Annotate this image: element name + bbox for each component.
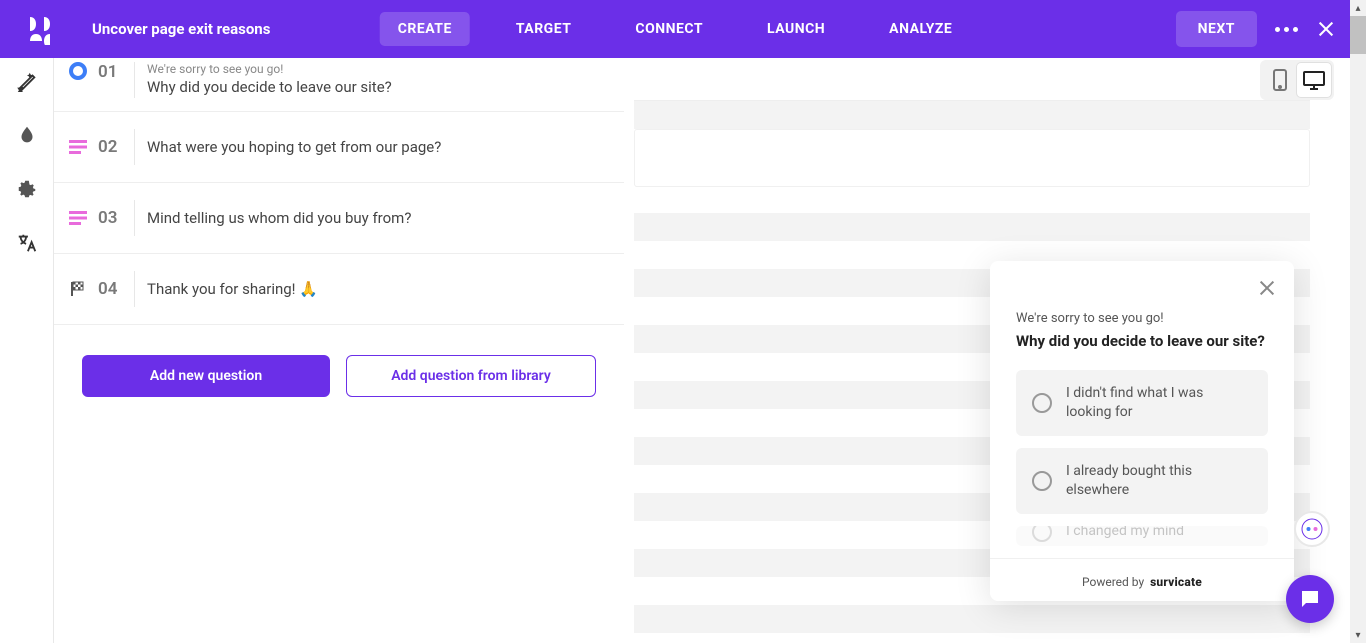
- radio-icon: [1032, 526, 1052, 542]
- app-header: Uncover page exit reasons CREATE TARGET …: [0, 0, 1350, 58]
- widget-option-label: I already bought this elsewhere: [1066, 462, 1252, 500]
- question-number: 01: [88, 62, 132, 82]
- question-number: 04: [88, 279, 132, 299]
- widget-option[interactable]: I already bought this elsewhere: [1016, 448, 1268, 514]
- bot-fab[interactable]: [1294, 511, 1330, 547]
- main-nav: CREATE TARGET CONNECT LAUNCH ANALYZE: [380, 12, 971, 46]
- widget-option-label: I changed my mind: [1066, 526, 1184, 541]
- widget-option[interactable]: I changed my mind: [1016, 526, 1268, 546]
- widget-question: Why did you decide to leave our site?: [1016, 332, 1268, 350]
- question-text: Thank you for sharing! 🙏: [147, 280, 318, 298]
- nav-connect[interactable]: CONNECT: [617, 12, 721, 46]
- nav-create[interactable]: CREATE: [380, 12, 470, 46]
- device-desktop-icon[interactable]: [1297, 63, 1331, 97]
- scroll-up-icon[interactable]: ▴: [1350, 0, 1366, 16]
- question-text: Why did you decide to leave our site?: [147, 78, 392, 96]
- device-mobile-icon[interactable]: [1263, 63, 1297, 97]
- brand-logo[interactable]: [24, 13, 56, 45]
- more-menu-icon[interactable]: [1275, 27, 1298, 32]
- page-title: Uncover page exit reasons: [92, 20, 270, 38]
- powered-by-brand: survicate: [1150, 575, 1202, 589]
- widget-close-icon[interactable]: [1258, 279, 1276, 297]
- drop-icon[interactable]: [16, 124, 38, 146]
- question-text: What were you hoping to get from our pag…: [147, 138, 441, 156]
- question-row[interactable]: 01 We're sorry to see you go! Why did yo…: [54, 58, 624, 112]
- nav-target[interactable]: TARGET: [498, 12, 590, 46]
- next-button[interactable]: NEXT: [1176, 11, 1257, 47]
- question-row[interactable]: 04 Thank you for sharing! 🙏: [54, 254, 624, 325]
- add-new-question-button[interactable]: Add new question: [82, 355, 330, 397]
- widget-option-label: I didn't find what I was looking for: [1066, 384, 1252, 422]
- survey-widget: We're sorry to see you go! Why did you d…: [990, 261, 1294, 601]
- question-row[interactable]: 02 What were you hoping to get from our …: [54, 112, 624, 183]
- question-number: 02: [88, 137, 132, 157]
- question-list: 01 We're sorry to see you go! Why did yo…: [54, 58, 624, 427]
- chat-fab[interactable]: [1286, 575, 1334, 623]
- widget-option[interactable]: I didn't find what I was looking for: [1016, 370, 1268, 436]
- divider: [134, 271, 135, 307]
- nav-launch[interactable]: LAUNCH: [749, 12, 843, 46]
- add-from-library-button[interactable]: Add question from library: [346, 355, 596, 397]
- finish-flag-icon: [68, 280, 88, 298]
- preview-pane: We're sorry to see you go! Why did you d…: [624, 58, 1350, 643]
- question-row[interactable]: 03 Mind telling us whom did you buy from…: [54, 183, 624, 254]
- radio-icon: [1032, 393, 1052, 413]
- radio-icon: [1032, 471, 1052, 491]
- text-answer-icon: [68, 211, 88, 225]
- divider: [134, 200, 135, 236]
- widget-footer[interactable]: Powered by survicate: [990, 558, 1294, 605]
- scroll-thumb[interactable]: [1350, 16, 1366, 54]
- device-toggle: [1260, 60, 1334, 100]
- powered-by-prefix: Powered by: [1082, 575, 1144, 589]
- question-actions: Add new question Add question from libra…: [54, 325, 624, 427]
- browser-scrollbar[interactable]: ▴ ▾: [1350, 0, 1366, 643]
- text-answer-icon: [68, 140, 88, 154]
- scroll-down-icon[interactable]: ▾: [1350, 627, 1366, 643]
- divider: [134, 129, 135, 165]
- widget-intro: We're sorry to see you go!: [1016, 311, 1268, 326]
- question-intro: We're sorry to see you go!: [147, 62, 392, 76]
- divider: [134, 62, 135, 98]
- gear-icon[interactable]: [16, 178, 38, 200]
- nav-analyze[interactable]: ANALYZE: [871, 12, 970, 46]
- magic-wand-icon[interactable]: x: [16, 70, 38, 92]
- question-text: Mind telling us whom did you buy from?: [147, 209, 411, 227]
- translate-icon[interactable]: [16, 232, 38, 254]
- left-rail: x: [0, 58, 54, 643]
- question-number: 03: [88, 208, 132, 228]
- close-icon[interactable]: [1316, 19, 1336, 39]
- single-choice-icon: [68, 62, 88, 80]
